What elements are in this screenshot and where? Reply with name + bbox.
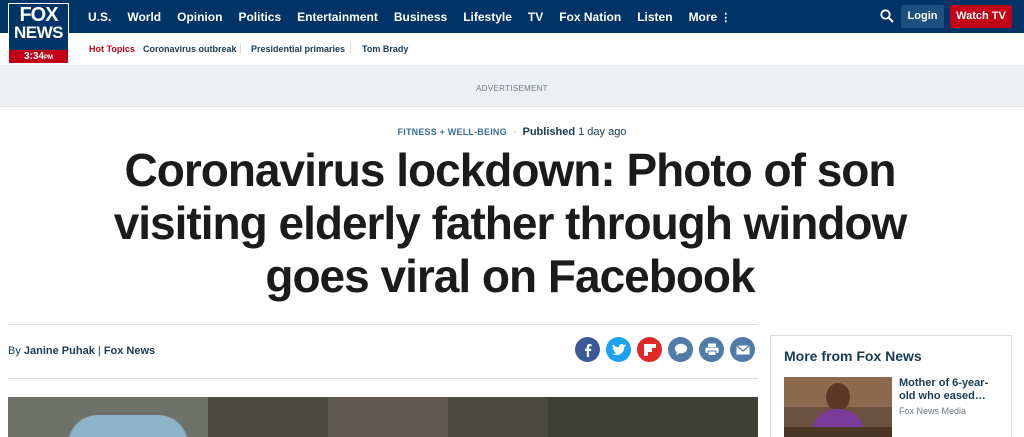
more-from-fox-news-panel: More from Fox News Mother of 6-year-old …	[770, 335, 1012, 437]
logo-news-text: NEWS	[14, 23, 64, 42]
divider	[8, 378, 758, 379]
nav-item-listen[interactable]: Listen	[637, 10, 672, 24]
comment-icon	[674, 343, 687, 356]
flipboard-icon	[643, 343, 656, 356]
sidebar-story-source: Fox News Media	[899, 406, 967, 416]
nav-item-lifestyle[interactable]: Lifestyle	[463, 10, 512, 24]
published-time: 1 day ago	[578, 126, 627, 138]
share-twitter-button[interactable]	[606, 337, 631, 362]
author-link[interactable]: Janine Puhak	[24, 345, 95, 357]
search-icon[interactable]	[880, 9, 894, 23]
byline-prefix: By	[8, 345, 21, 357]
nav-item-more[interactable]: More ⋮	[689, 10, 732, 24]
article-headline: Coronavirus lockdown: Photo of son visit…	[113, 144, 908, 302]
share-email-button[interactable]	[730, 337, 755, 362]
lead-image-region	[328, 397, 448, 437]
hot-topic-coronavirus[interactable]: Coronavirus outbreak	[143, 44, 237, 54]
meta-separator: ·	[512, 126, 517, 138]
email-icon	[735, 344, 750, 354]
fox-news-logo[interactable]: FOX NEWS 3:34PM	[8, 3, 69, 64]
watch-tv-button[interactable]: Watch TV	[950, 5, 1012, 28]
top-nav-bar: U.S. World Opinion Politics Entertainmen…	[0, 0, 1024, 33]
twitter-icon	[611, 343, 626, 355]
logo-clock: 3:34PM	[9, 50, 68, 63]
logo-fox-text: FOX	[19, 4, 58, 26]
nav-item-entertainment[interactable]: Entertainment	[297, 10, 378, 24]
nav-more-label: More	[688, 9, 718, 24]
lead-image[interactable]	[8, 397, 758, 437]
hot-topic-divider	[240, 43, 241, 54]
article-meta: FITNESS + WELL-BEING · Published 1 day ago	[0, 126, 1024, 138]
lead-image-region	[68, 415, 188, 437]
category-link[interactable]: FITNESS + WELL-BEING	[398, 127, 507, 137]
print-icon	[705, 343, 718, 356]
share-flipboard-button[interactable]	[637, 337, 662, 362]
sidebar-story-headline[interactable]: Mother of 6-year-old who eased…	[899, 377, 999, 403]
more-from-fox-news-title: More from Fox News	[784, 348, 922, 364]
advertisement-label: ADVERTISEMENT	[476, 84, 548, 93]
published-label: Published	[522, 126, 576, 138]
sidebar-story-thumbnail[interactable]	[784, 377, 892, 437]
divider	[8, 324, 758, 325]
share-facebook-button[interactable]	[575, 337, 600, 362]
more-dots-icon: ⋮	[720, 11, 732, 24]
nav-item-world[interactable]: World	[127, 10, 161, 24]
login-button[interactable]: Login	[901, 5, 944, 28]
share-print-button[interactable]	[699, 337, 724, 362]
nav-item-fox-nation[interactable]: Fox Nation	[559, 10, 621, 24]
nav-item-us[interactable]: U.S.	[88, 10, 111, 24]
main-nav: U.S. World Opinion Politics Entertainmen…	[88, 0, 747, 33]
facebook-icon	[584, 343, 591, 357]
lead-image-region	[548, 397, 758, 437]
thumbnail-desk	[784, 427, 892, 437]
share-comments-button[interactable]	[668, 337, 693, 362]
hot-topics-label: Hot Topics	[89, 44, 135, 54]
hot-topics-bar: Hot Topics Coronavirus outbreak Presiden…	[0, 33, 1024, 65]
logo-clock-suffix: PM	[44, 55, 53, 61]
nav-item-business[interactable]: Business	[394, 10, 447, 24]
outlet-link[interactable]: Fox News	[104, 345, 155, 357]
hot-topic-tom-brady[interactable]: Tom Brady	[362, 44, 408, 54]
advertisement-banner: ADVERTISEMENT	[0, 65, 1024, 107]
nav-item-opinion[interactable]: Opinion	[177, 10, 222, 24]
hot-topic-primaries[interactable]: Presidential primaries	[251, 44, 345, 54]
nav-item-politics[interactable]: Politics	[238, 10, 281, 24]
thumbnail-person-head	[826, 383, 850, 411]
hot-topic-divider	[350, 43, 351, 54]
nav-item-tv[interactable]: TV	[528, 10, 543, 24]
byline-separator: |	[97, 345, 101, 357]
byline: By Janine Puhak | Fox News	[8, 345, 155, 357]
logo-clock-time: 3:34	[23, 51, 44, 62]
